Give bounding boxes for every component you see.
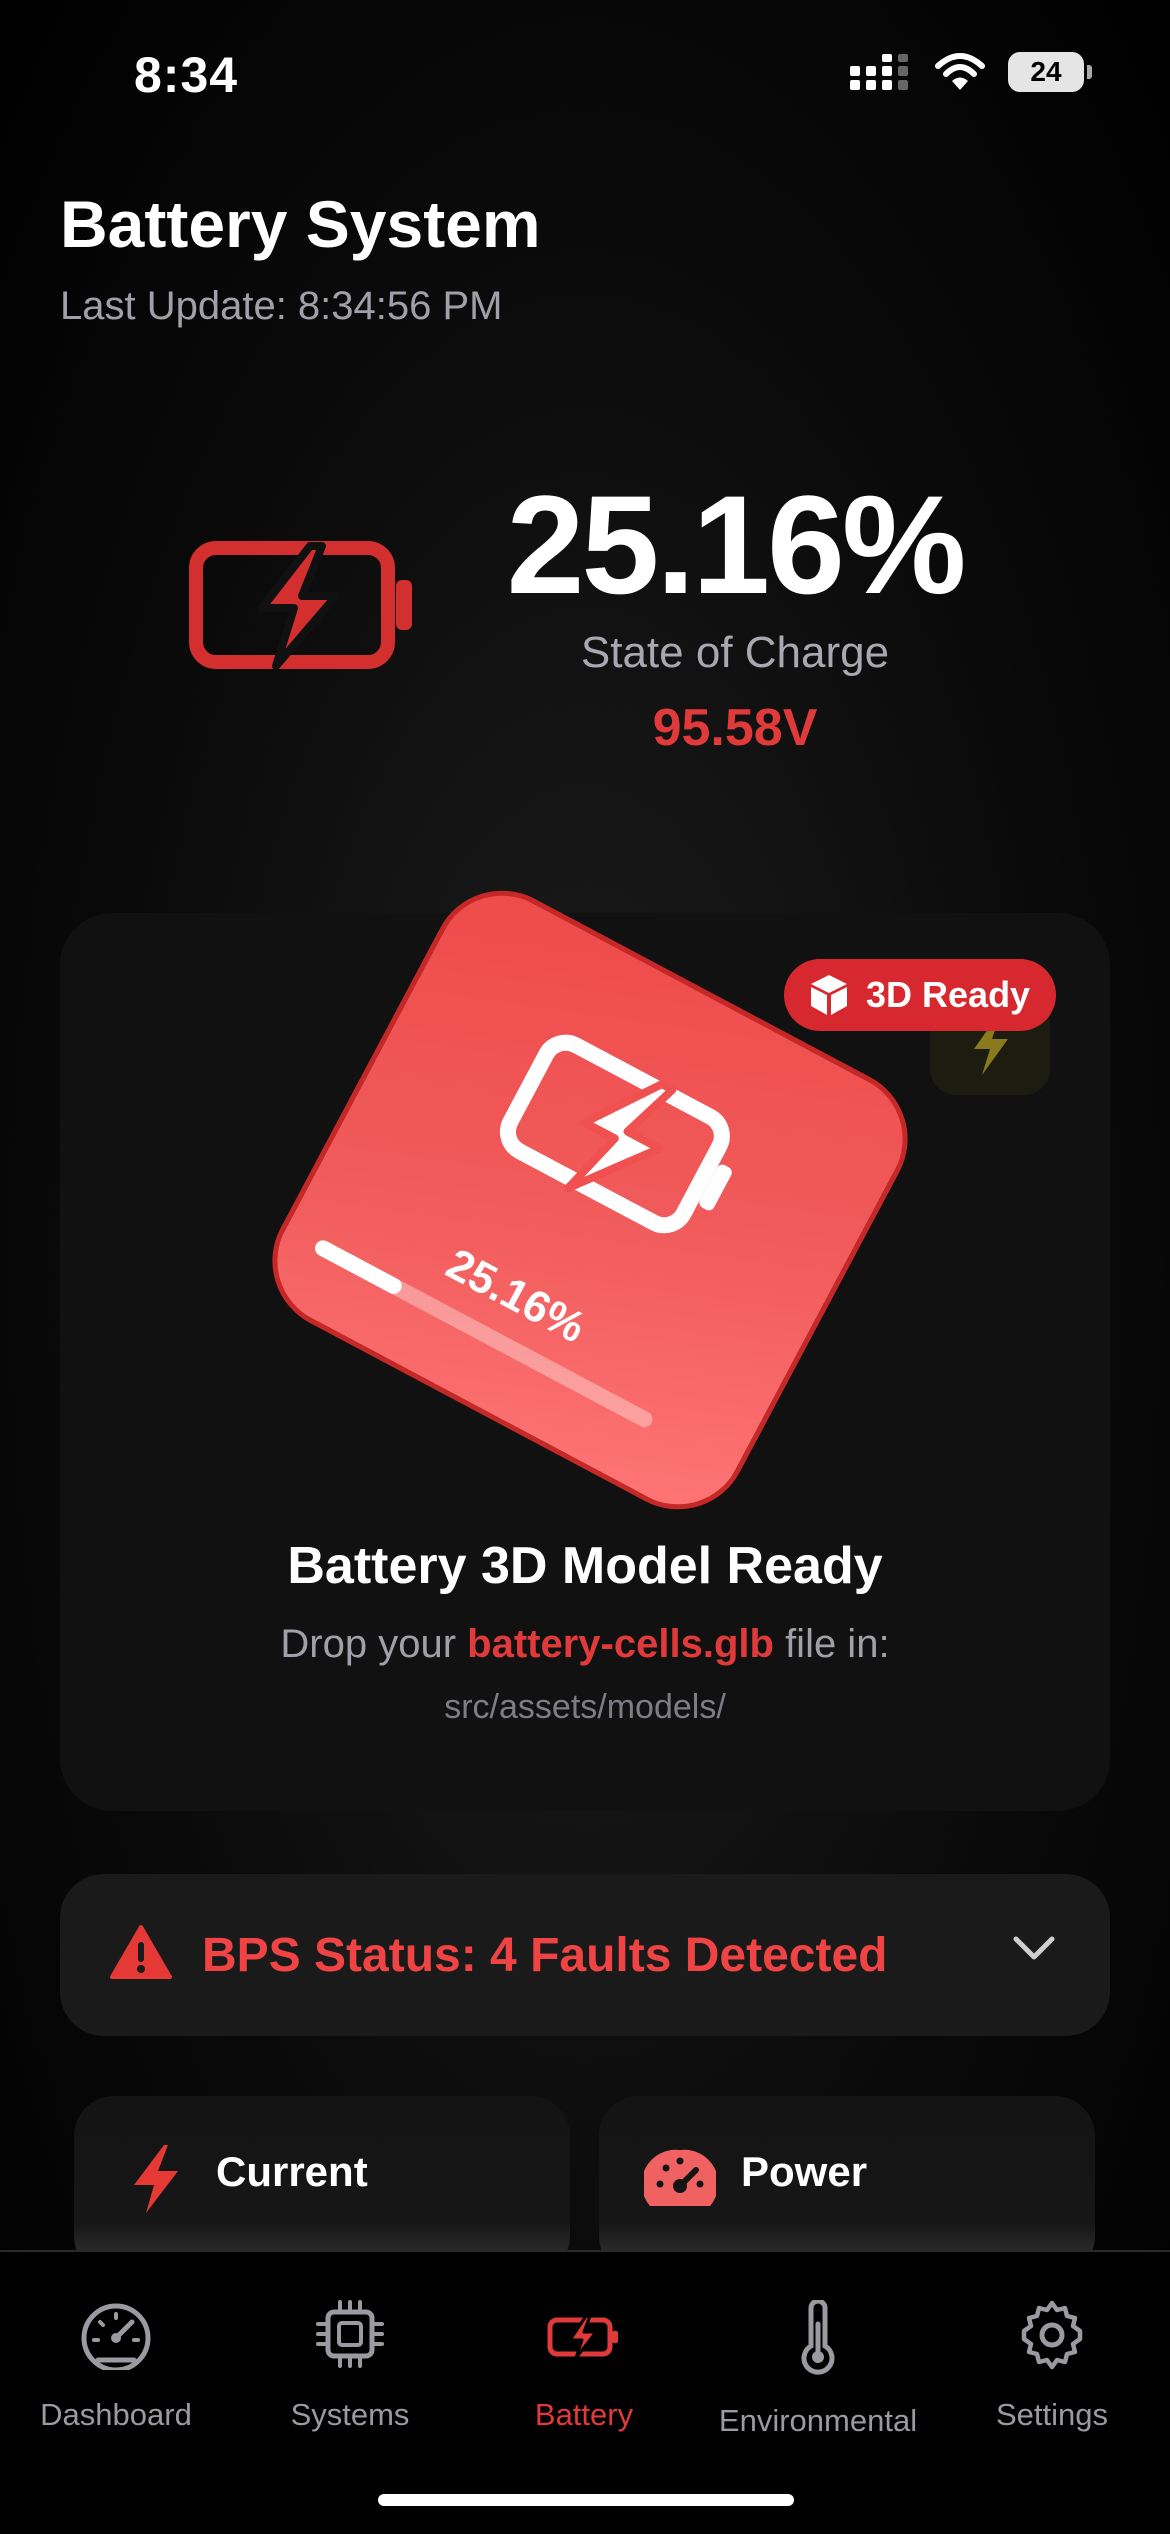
tab-battery[interactable]: Battery (469, 2300, 699, 2433)
state-of-charge-value: 25.16% (506, 466, 967, 623)
page-title: Battery System (60, 187, 541, 261)
tab-battery-label: Battery (534, 2397, 634, 2432)
wifi-icon (935, 53, 985, 90)
speedometer-icon (644, 2149, 716, 2206)
state-of-charge-label: State of Charge (580, 628, 890, 677)
cellular-signal-icon (850, 54, 908, 90)
status-indicators: 24 (850, 52, 1092, 92)
power-label: Power (741, 2148, 868, 2195)
tab-systems-label: Systems (290, 2397, 410, 2432)
cube-progress-fill (312, 1237, 405, 1297)
model-title: Battery 3D Model Ready (287, 1537, 883, 1595)
battery-charging-icon (547, 2314, 618, 2360)
current-label: Current (216, 2148, 368, 2195)
home-indicator[interactable] (378, 2494, 794, 2506)
bolt-icon (134, 2145, 178, 2213)
drop-file-name: battery-cells.glb (467, 1622, 774, 1666)
model-path: src/assets/models/ (444, 1688, 726, 1726)
gauge-icon (81, 2303, 151, 2373)
cube-icon (811, 975, 847, 1015)
3d-ready-badge: 3D Ready (784, 959, 1057, 1031)
drop-prefix: Drop your (280, 1622, 457, 1666)
thermometer-icon (801, 2298, 835, 2375)
battery-status-icon: 24 (1008, 52, 1092, 92)
3d-ready-label: 3D Ready (866, 974, 1031, 1015)
pack-voltage: 95.58V (652, 699, 818, 757)
model-drop-instructions: Drop your battery-cells.glb file in: (60, 1622, 1110, 1667)
drop-suffix: file in: (785, 1622, 890, 1666)
bps-status-text: BPS Status: 4 Faults Detected (202, 1929, 888, 1982)
tab-settings-label: Settings (995, 2397, 1108, 2432)
tab-dashboard[interactable]: Dashboard (1, 2300, 231, 2433)
cube-percent-text: 25.16% (438, 1239, 594, 1353)
battery-level-text: 24 (1008, 52, 1084, 92)
tab-dashboard-label: Dashboard (40, 2397, 192, 2432)
gear-icon (1021, 2300, 1083, 2370)
warning-icon (110, 1925, 172, 1979)
tab-systems[interactable]: Systems (235, 2300, 465, 2433)
status-time: 8:34 (134, 47, 239, 103)
tab-environmental[interactable]: Environmental (703, 2298, 933, 2439)
chevron-down-icon[interactable] (1012, 1935, 1056, 1963)
battery-charging-icon (499, 1034, 732, 1234)
tab-environmental-label: Environmental (718, 2403, 918, 2438)
last-update-text: Last Update: 8:34:56 PM (60, 284, 503, 328)
cpu-chip-icon (316, 2300, 384, 2368)
tab-settings[interactable]: Settings (937, 2300, 1167, 2433)
